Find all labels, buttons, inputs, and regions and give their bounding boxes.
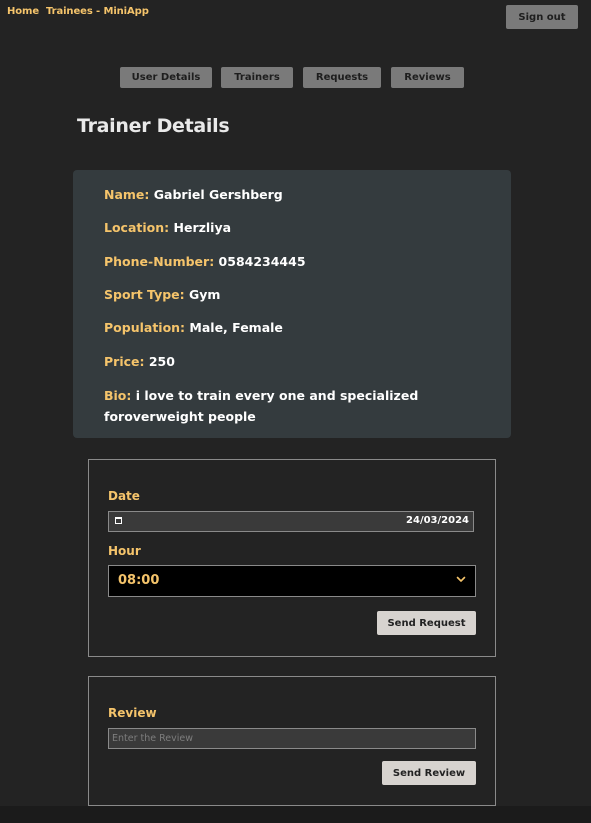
calendar-icon[interactable] bbox=[115, 517, 122, 524]
detail-sport-value: Gym bbox=[189, 287, 221, 302]
detail-name-label: Name: bbox=[104, 187, 150, 202]
detail-name: Name: Gabriel Gershberg bbox=[104, 184, 494, 205]
detail-population-value: Male, Female bbox=[189, 320, 283, 335]
page-footer-strip bbox=[0, 806, 591, 823]
detail-bio-label: Bio: bbox=[104, 388, 132, 403]
send-review-button[interactable]: Send Review bbox=[382, 761, 476, 785]
detail-name-value: Gabriel Gershberg bbox=[153, 187, 283, 202]
date-input[interactable]: 24/03/2024 bbox=[108, 511, 474, 532]
top-nav: Home Trainees - MiniApp Sign out bbox=[0, 0, 591, 30]
sign-out-button[interactable]: Sign out bbox=[506, 5, 578, 29]
hour-select[interactable]: 08:00 bbox=[108, 565, 476, 597]
nav-app-title-link[interactable]: Trainees - MiniApp bbox=[46, 6, 149, 17]
hour-label: Hour bbox=[108, 544, 141, 558]
trainer-details-card: Name: Gabriel Gershberg Location: Herzli… bbox=[73, 170, 511, 438]
detail-population: Population: Male, Female bbox=[104, 317, 494, 338]
page-title: Trainer Details bbox=[77, 115, 230, 137]
tab-reviews[interactable]: Reviews bbox=[391, 67, 464, 88]
detail-price: Price: 250 bbox=[104, 351, 494, 372]
detail-sport-label: Sport Type: bbox=[104, 287, 185, 302]
request-form: Date 24/03/2024 Hour 08:00 Send Request bbox=[88, 459, 496, 657]
detail-phone-label: Phone-Number: bbox=[104, 254, 215, 269]
tab-requests[interactable]: Requests bbox=[303, 67, 381, 88]
send-request-button[interactable]: Send Request bbox=[377, 611, 476, 635]
detail-population-label: Population: bbox=[104, 320, 186, 335]
detail-price-value: 250 bbox=[148, 354, 175, 369]
detail-price-label: Price: bbox=[104, 354, 145, 369]
detail-bio: Bio: i love to train every one and speci… bbox=[104, 385, 494, 427]
detail-phone-value: 0584234445 bbox=[218, 254, 306, 269]
tab-trainers[interactable]: Trainers bbox=[221, 67, 293, 88]
detail-location: Location: Herzliya bbox=[104, 217, 494, 238]
detail-phone: Phone-Number: 0584234445 bbox=[104, 251, 494, 272]
chevron-down-icon bbox=[456, 576, 466, 582]
review-form: Review Send Review bbox=[88, 676, 496, 806]
review-input[interactable] bbox=[108, 728, 476, 749]
page: Home Trainees - MiniApp Sign out User De… bbox=[0, 0, 591, 823]
detail-location-label: Location: bbox=[104, 220, 170, 235]
tab-user-details[interactable]: User Details bbox=[120, 67, 212, 88]
detail-location-value: Herzliya bbox=[173, 220, 232, 235]
detail-bio-value: i love to train every one and specialize… bbox=[104, 388, 419, 424]
date-label: Date bbox=[108, 489, 140, 503]
nav-home-link[interactable]: Home bbox=[7, 6, 39, 17]
review-label: Review bbox=[108, 706, 157, 720]
date-value: 24/03/2024 bbox=[406, 515, 469, 526]
hour-select-value: 08:00 bbox=[118, 573, 160, 588]
detail-sport: Sport Type: Gym bbox=[104, 284, 494, 305]
